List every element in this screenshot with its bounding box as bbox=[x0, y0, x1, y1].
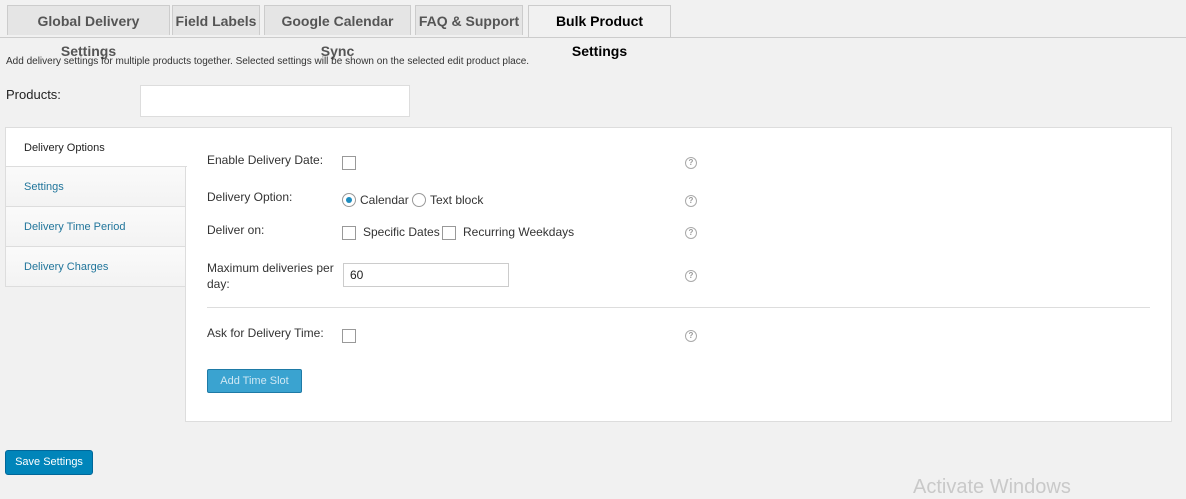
add-time-slot-button[interactable]: Add Time Slot bbox=[207, 369, 302, 393]
tab-bulk-product-settings[interactable]: Bulk Product Settings bbox=[528, 5, 671, 59]
help-icon[interactable]: ? bbox=[685, 227, 697, 239]
save-settings-button[interactable]: Save Settings bbox=[5, 450, 93, 475]
enable-delivery-date-label: Enable Delivery Date: bbox=[207, 153, 324, 167]
help-icon[interactable]: ? bbox=[685, 330, 697, 342]
section-divider bbox=[207, 307, 1150, 308]
max-deliveries-label-cont: day: bbox=[207, 277, 230, 291]
text-block-radio[interactable] bbox=[412, 193, 426, 207]
tab-google-calendar-sync[interactable]: Google Calendar Sync bbox=[264, 5, 411, 59]
deliver-on-label: Deliver on: bbox=[207, 223, 265, 237]
specific-dates-checkbox[interactable] bbox=[342, 226, 356, 240]
tab-faq-support[interactable]: FAQ & Support bbox=[415, 5, 523, 35]
max-deliveries-label: Maximum deliveries per bbox=[207, 261, 334, 275]
ask-delivery-time-checkbox[interactable] bbox=[342, 329, 356, 343]
products-label: Products: bbox=[6, 87, 61, 102]
ask-delivery-time-label: Ask for Delivery Time: bbox=[207, 326, 324, 340]
delivery-option-label: Delivery Option: bbox=[207, 190, 293, 204]
calendar-radio[interactable] bbox=[342, 193, 356, 207]
text-block-radio-label: Text block bbox=[430, 193, 484, 207]
tab-field-labels[interactable]: Field Labels bbox=[172, 5, 260, 35]
enable-delivery-date-checkbox[interactable] bbox=[342, 156, 356, 170]
recurring-weekdays-checkbox[interactable] bbox=[442, 226, 456, 240]
activate-windows-watermark: Activate Windows bbox=[913, 476, 1071, 498]
side-tab-delivery-options[interactable]: Delivery Options bbox=[5, 127, 187, 167]
side-tab-delivery-time-period[interactable]: Delivery Time Period bbox=[5, 207, 186, 247]
products-select-input[interactable] bbox=[140, 85, 410, 117]
help-icon[interactable]: ? bbox=[685, 270, 697, 282]
calendar-radio-label: Calendar bbox=[360, 193, 409, 207]
specific-dates-label: Specific Dates bbox=[363, 225, 440, 239]
side-tab-delivery-charges[interactable]: Delivery Charges bbox=[5, 247, 186, 287]
recurring-weekdays-label: Recurring Weekdays bbox=[463, 225, 575, 239]
page-description: Add delivery settings for multiple produ… bbox=[6, 56, 530, 67]
help-icon[interactable]: ? bbox=[685, 157, 697, 169]
max-deliveries-input[interactable]: 60 bbox=[343, 263, 509, 287]
help-icon[interactable]: ? bbox=[685, 195, 697, 207]
tab-global-delivery-settings[interactable]: Global Delivery Settings bbox=[7, 5, 170, 59]
side-tab-settings[interactable]: Settings bbox=[5, 167, 186, 207]
settings-tab-bar: Global Delivery Settings Field Labels Go… bbox=[0, 0, 1186, 59]
